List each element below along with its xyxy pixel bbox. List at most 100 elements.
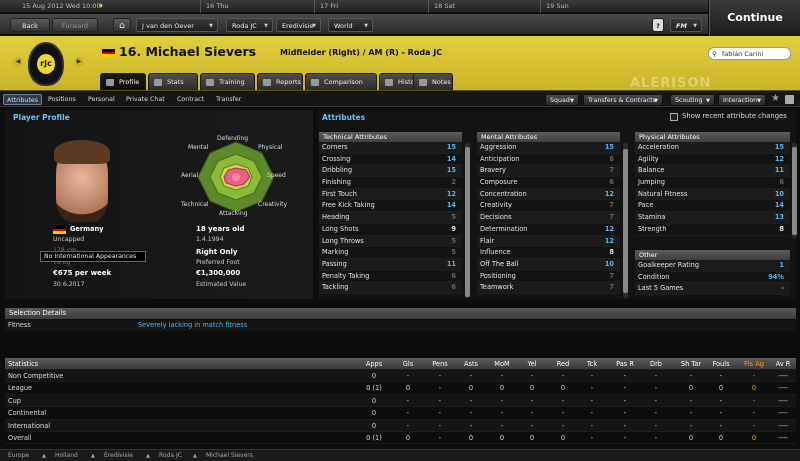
technical-attribute-row[interactable]: Tackling 6 (319, 282, 462, 294)
manager-dropdown[interactable]: J van den Oever ▼ (136, 18, 218, 32)
statistics-column-header[interactable]: Pens (427, 358, 453, 370)
mental-attribute-row[interactable]: Creativity 7 (477, 200, 620, 213)
tab-profile[interactable]: Profile (100, 73, 146, 90)
statistics-column-header[interactable]: Sh Tar (677, 358, 705, 370)
tab-comparison[interactable]: Comparison (305, 73, 377, 90)
statistics-column-header[interactable]: Yel (521, 358, 543, 370)
breadcrumb-item[interactable]: Michael Sievers (206, 450, 253, 461)
tab-reports[interactable]: Reports (257, 73, 303, 90)
physical-attribute-row[interactable]: Balance 11 (635, 165, 790, 178)
statistics-column-header[interactable]: Av R (773, 358, 793, 370)
mental-attribute-row[interactable]: Teamwork 7 (477, 282, 620, 294)
technical-attribute-row[interactable]: Marking 5 (319, 247, 462, 259)
mental-attribute-row[interactable]: Influence 8 (477, 247, 620, 259)
mental-scrollbar[interactable] (623, 143, 628, 298)
statistics-column-header[interactable]: Fls Ag (740, 358, 768, 370)
physical-attribute-row[interactable]: Strength 8 (635, 224, 790, 236)
breadcrumb-item[interactable]: Europe (8, 450, 29, 461)
technical-attribute-row[interactable]: Passing 11 (319, 258, 462, 271)
technical-attribute-row[interactable]: Dribbling 15 (319, 165, 462, 178)
mental-attribute-row[interactable]: Decisions 7 (477, 212, 620, 224)
back-button[interactable]: Back (10, 18, 50, 32)
day-3[interactable]: 18 Sat (430, 0, 455, 13)
technical-attribute-row[interactable]: Long Shots 9 (319, 224, 462, 236)
statistics-column-header[interactable]: Asts (459, 358, 483, 370)
other-attribute-row[interactable]: Condition 94% (635, 272, 790, 284)
mental-attribute-row[interactable]: Positioning 7 (477, 271, 620, 283)
chevron-up-icon[interactable]: ▲ (91, 450, 95, 461)
technical-scrollbar[interactable] (465, 143, 470, 298)
statistics-column-header[interactable]: Apps (363, 358, 385, 370)
statistics-column-header[interactable]: MoM (489, 358, 515, 370)
physical-attribute-row[interactable]: Stamina 13 (635, 212, 790, 224)
tab-notes[interactable]: Notes (413, 73, 453, 90)
chevron-up-icon[interactable]: ▲ (42, 450, 46, 461)
tab-training[interactable]: Training (200, 73, 255, 90)
subtab-private-chat[interactable]: Private Chat (123, 94, 168, 105)
statistics-column-header[interactable]: Gls (397, 358, 419, 370)
statistics-column-header[interactable]: Fouls (708, 358, 734, 370)
subtab-contract[interactable]: Contract (174, 94, 207, 105)
help-button[interactable]: ? (652, 18, 664, 32)
breadcrumb-item[interactable]: Eredivisie (104, 450, 133, 461)
forward-button[interactable]: Forward (52, 18, 98, 32)
mental-attribute-row[interactable]: Determination 12 (477, 224, 620, 236)
transfers-contracts-dropdown[interactable]: Transfers & Contracts ▼ (583, 94, 663, 106)
statistics-row[interactable]: Non Competitive 0- - - - - - - - - - - - ---- (5, 370, 796, 383)
continue-button[interactable]: Continue (709, 0, 800, 36)
club-dropdown[interactable]: Roda JC ▼ (226, 18, 273, 32)
breadcrumb-item[interactable]: Holland (55, 450, 78, 461)
technical-attribute-row[interactable]: Penalty Taking 6 (319, 271, 462, 283)
subtab-transfer[interactable]: Transfer (213, 94, 244, 105)
tab-stats[interactable]: Stats (148, 73, 198, 90)
statistics-row[interactable]: Cup 0- - - - - - - - - - - - ---- (5, 394, 796, 408)
physical-attribute-row[interactable]: Agility 12 (635, 154, 790, 166)
squad-dropdown[interactable]: Squad ▼ (545, 94, 579, 106)
settings-icon[interactable] (785, 95, 794, 104)
technical-attribute-row[interactable]: Crossing 14 (319, 154, 462, 166)
day-1[interactable]: 16 Thu (202, 0, 229, 13)
physical-attribute-row[interactable]: Natural Fitness 10 (635, 188, 790, 201)
statistics-row[interactable]: International 0- - - - - - - - - - - - ---- (5, 419, 796, 432)
world-dropdown[interactable]: World ▼ (328, 18, 373, 32)
statistics-column-header[interactable]: Red (551, 358, 575, 370)
scouting-dropdown[interactable]: Scouting ▼ (670, 94, 715, 106)
subtab-attributes[interactable]: Attributes (3, 94, 43, 105)
physical-attribute-row[interactable]: Acceleration 15 (635, 142, 790, 154)
next-player-icon[interactable]: ▶ (74, 57, 84, 67)
technical-attribute-row[interactable]: Finishing 2 (319, 177, 462, 189)
technical-attribute-row[interactable]: Heading 5 (319, 212, 462, 224)
player-search-input[interactable]: ⚲ fabián Carini (708, 47, 791, 60)
statistics-column-header[interactable]: Drb (645, 358, 667, 370)
show-recent-checkbox[interactable] (670, 113, 678, 121)
mental-attribute-row[interactable]: Flair 12 (477, 235, 620, 248)
technical-attribute-row[interactable]: Long Throws 5 (319, 235, 462, 248)
other-attribute-row[interactable]: Goalkeeper Rating 1 (635, 260, 790, 272)
day-2[interactable]: 17 Fri (316, 0, 338, 13)
mental-attribute-row[interactable]: Bravery 7 (477, 165, 620, 178)
statistics-column-header[interactable]: Pas R (612, 358, 638, 370)
other-attribute-row[interactable]: Last 5 Games - (635, 283, 790, 296)
physical-attribute-row[interactable]: Pace 14 (635, 200, 790, 213)
fm-menu[interactable]: FM ▼ (670, 18, 702, 32)
mental-attribute-row[interactable]: Aggression 15 (477, 142, 620, 154)
day-4[interactable]: 19 Sun (542, 0, 569, 13)
technical-attribute-row[interactable]: Free Kick Taking 14 (319, 200, 462, 213)
chevron-up-icon[interactable]: ▲ (193, 450, 197, 461)
subtab-positions[interactable]: Positions (45, 94, 79, 105)
physical-attribute-row[interactable]: Jumping 6 (635, 177, 790, 189)
statistics-column-header[interactable]: Statistics (8, 358, 38, 370)
mental-attribute-row[interactable]: Concentration 12 (477, 188, 620, 201)
previous-player-icon[interactable]: ◀ (13, 57, 23, 67)
chevron-up-icon[interactable]: ▲ (146, 450, 150, 461)
statistics-column-header[interactable]: Tck (581, 358, 603, 370)
technical-attribute-row[interactable]: First Touch 12 (319, 188, 462, 201)
mental-attribute-row[interactable]: Composure 6 (477, 177, 620, 189)
home-icon[interactable]: ⌂ (113, 18, 131, 32)
mental-attribute-row[interactable]: Off The Ball 10 (477, 258, 620, 271)
statistics-row[interactable]: Overall 0 (1) 0 - 0 0 0 0 - - - 0 0 0 ---- (5, 432, 796, 445)
physical-scrollbar[interactable] (792, 143, 797, 238)
statistics-row[interactable]: League 0 (1) 0 - 0 0 0 0 - - - 0 0 0 ---- (5, 382, 796, 395)
star-icon[interactable]: ★ (771, 93, 780, 104)
interaction-dropdown[interactable]: Interaction ▼ (718, 94, 766, 106)
